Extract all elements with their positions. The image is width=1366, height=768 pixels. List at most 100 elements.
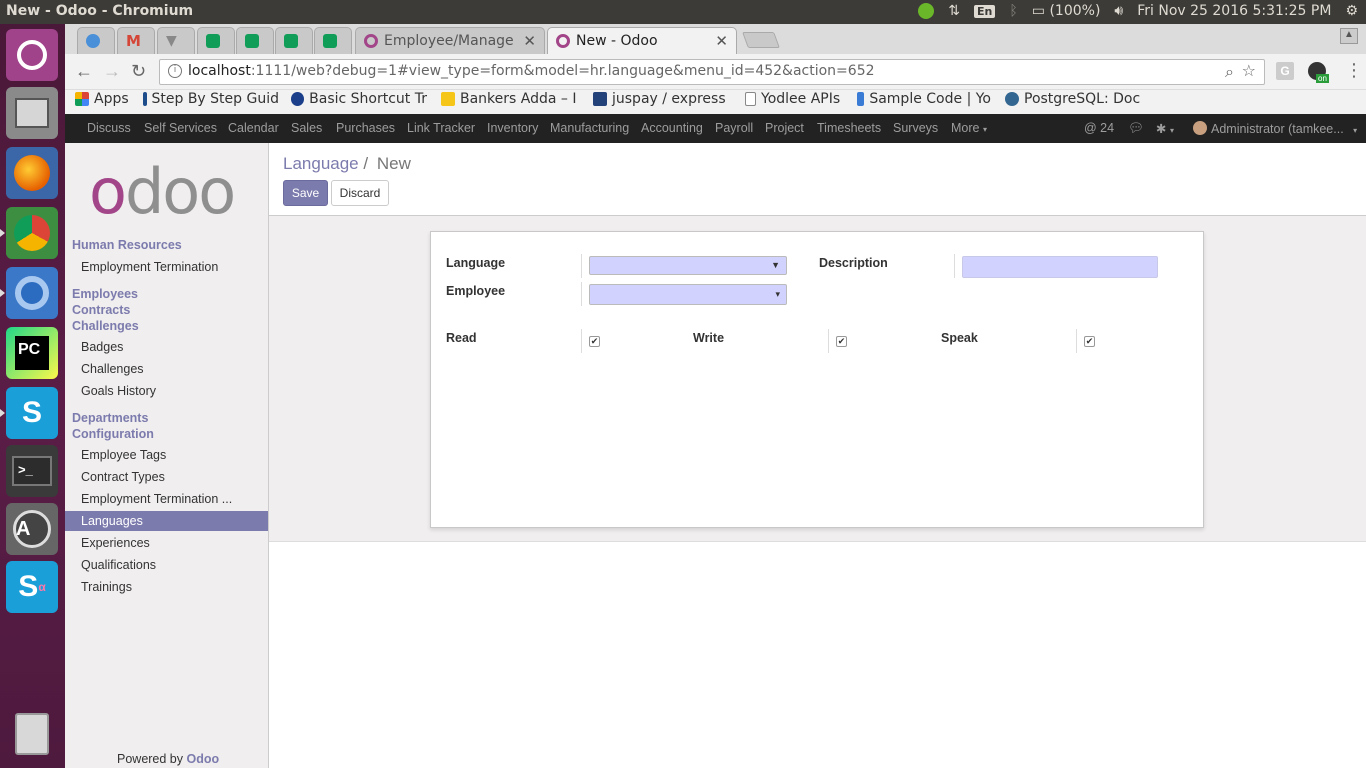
chrome-icon[interactable]	[0, 207, 58, 259]
browser-menu-icon[interactable]: ⋮	[1345, 60, 1363, 81]
save-button[interactable]: Save	[283, 180, 328, 206]
sheets-icon	[323, 34, 337, 48]
ubuntu-dash-icon[interactable]	[6, 29, 58, 81]
bookmark-yodlee[interactable]: Yodlee APIs	[745, 91, 840, 107]
sidebar-item-badges[interactable]: Badges	[81, 340, 123, 354]
user-menu[interactable]: Administrator (tamkee... ▾	[1193, 121, 1357, 136]
info-icon[interactable]: i	[168, 64, 182, 78]
menu-inventory[interactable]: Inventory	[487, 121, 538, 135]
menu-manufacturing[interactable]: Manufacturing	[550, 121, 629, 135]
sidebar-item-trainings[interactable]: Trainings	[81, 580, 132, 594]
extension-g-icon[interactable]: G	[1276, 62, 1294, 80]
discard-button[interactable]: Discard	[331, 180, 389, 206]
bookmark-apps[interactable]: Apps	[75, 91, 129, 107]
menu-project[interactable]: Project	[765, 121, 804, 135]
keyboard-layout-indicator[interactable]: En	[974, 4, 996, 18]
language-select[interactable]: ▼	[589, 256, 787, 275]
menu-payroll[interactable]: Payroll	[715, 121, 753, 135]
bookmark-step-by-step[interactable]: Step By Step Guid	[143, 91, 279, 107]
debug-bug-icon[interactable]: ✱ ▾	[1156, 121, 1174, 136]
sidebar-item-goals-history[interactable]: Goals History	[81, 384, 156, 398]
tab-pinned-sheet-1[interactable]	[197, 27, 235, 54]
profile-icon[interactable]: ▲	[1340, 28, 1358, 44]
tab-pinned-sheet-2[interactable]	[236, 27, 274, 54]
menu-accounting[interactable]: Accounting	[641, 121, 703, 135]
tab-employee-manager[interactable]: Employee/Manager ✕	[355, 27, 545, 54]
menu-purchases[interactable]: Purchases	[336, 121, 395, 135]
description-input[interactable]	[962, 256, 1158, 278]
skype-alpha-icon[interactable]: Sα	[6, 561, 58, 613]
sidebar-header-departments[interactable]: Departments	[72, 411, 148, 425]
network-icon[interactable]: ⇅	[948, 3, 960, 19]
address-bar-input[interactable]: i localhost:1111/web?debug=1#view_type=f…	[159, 59, 1265, 85]
sidebar-header-contracts[interactable]: Contracts	[72, 303, 130, 317]
tab-pinned-sheet-4[interactable]	[314, 27, 352, 54]
url-path: :1111/web?debug=1#view_type=form&model=h…	[250, 63, 875, 79]
sidebar-item-contract-types[interactable]: Contract Types	[81, 470, 165, 484]
write-checkbox[interactable]: ✔	[836, 336, 847, 347]
reload-icon[interactable]: ↻	[131, 61, 146, 82]
volume-icon[interactable]: 🔊︎	[1114, 3, 1123, 19]
menu-timesheets[interactable]: Timesheets	[817, 121, 881, 135]
chromium-icon[interactable]	[0, 267, 58, 319]
messages-counter[interactable]: @ 24	[1084, 121, 1114, 135]
terminal-icon[interactable]: >_	[6, 445, 58, 497]
tab-new-odoo[interactable]: New - Odoo ✕	[547, 27, 737, 54]
sidebar-item-challenges[interactable]: Challenges	[81, 362, 144, 376]
sidebar-header-configuration[interactable]: Configuration	[72, 427, 154, 441]
sidebar-header-human-resources[interactable]: Human Resources	[72, 238, 182, 252]
powered-by-link[interactable]: Odoo	[187, 752, 220, 766]
sidebar-header-employees[interactable]: Employees	[72, 287, 138, 301]
files-icon[interactable]	[6, 87, 58, 139]
breadcrumb-parent[interactable]: Language	[283, 154, 359, 173]
close-icon[interactable]: ✕	[523, 32, 536, 50]
bookmark-bankers-adda[interactable]: Bankers Adda – I	[441, 91, 579, 107]
pycharm-icon[interactable]: PC	[6, 327, 58, 379]
new-tab-button[interactable]	[742, 32, 780, 48]
bookmark-basic-shortcut[interactable]: Basic Shortcut Tr	[291, 91, 427, 107]
menu-link-tracker[interactable]: Link Tracker	[407, 121, 475, 135]
bookmark-star-icon[interactable]: ☆	[1242, 61, 1256, 80]
zoom-icon[interactable]: ⌕	[1225, 62, 1234, 82]
trash-icon[interactable]	[6, 708, 58, 760]
close-icon[interactable]: ✕	[715, 32, 728, 50]
battery-indicator[interactable]: ▭ (100%)	[1032, 3, 1101, 19]
bookmark-postgresql[interactable]: PostgreSQL: Doc	[1005, 91, 1145, 107]
tab-pinned-onedrive[interactable]	[77, 27, 115, 54]
employee-select[interactable]: ▾	[589, 284, 787, 305]
read-checkbox[interactable]: ✔	[589, 336, 600, 347]
menu-surveys[interactable]: Surveys	[893, 121, 938, 135]
tab-pinned-sheet-3[interactable]	[275, 27, 313, 54]
sidebar-item-experiences[interactable]: Experiences	[81, 536, 150, 550]
sidebar-item-qualifications[interactable]: Qualifications	[81, 558, 156, 572]
menu-sales[interactable]: Sales	[291, 121, 322, 135]
sidebar-item-employment-termination-config[interactable]: Employment Termination ...	[81, 492, 232, 506]
menu-self-services[interactable]: Self Services	[144, 121, 217, 135]
gear-icon[interactable]: ⚙	[1345, 3, 1358, 19]
system-tray: ⇅ En ᛒ ▭ (100%) 🔊︎ Fri Nov 25 2016 5:31:…	[918, 3, 1358, 19]
menu-calendar[interactable]: Calendar	[228, 121, 279, 135]
software-updater-icon[interactable]: A	[6, 503, 58, 555]
sidebar-item-languages[interactable]: Languages	[65, 511, 268, 531]
caret-down-icon: ▾	[775, 289, 780, 299]
odoo-logo[interactable]: odoo	[89, 161, 236, 223]
skype-icon[interactable]: S	[0, 387, 58, 439]
bookmark-sample-code[interactable]: Sample Code | Yo	[857, 91, 991, 107]
tab-pinned-gmail[interactable]: M	[117, 27, 155, 54]
forward-icon[interactable]: →	[103, 61, 121, 82]
menu-discuss[interactable]: Discuss	[87, 121, 131, 135]
bookmark-juspay[interactable]: juspay / express	[593, 91, 729, 107]
back-icon[interactable]: ←	[75, 61, 93, 82]
menu-more[interactable]: More ▾	[951, 121, 987, 135]
sidebar-item-employment-termination[interactable]: Employment Termination	[81, 260, 218, 274]
tab-pinned-extension[interactable]: ▼	[157, 27, 195, 54]
speak-checkbox[interactable]: ✔	[1084, 336, 1095, 347]
update-notifier-icon[interactable]	[918, 3, 935, 19]
firefox-icon[interactable]	[6, 147, 58, 199]
sidebar-header-challenges[interactable]: Challenges	[72, 319, 139, 333]
bluetooth-icon[interactable]: ᛒ	[1009, 3, 1017, 19]
sidebar-item-employee-tags[interactable]: Employee Tags	[81, 448, 166, 462]
chat-icon[interactable]: 💬︎	[1128, 121, 1144, 136]
breadcrumb: Language / New	[283, 154, 411, 174]
clock[interactable]: Fri Nov 25 2016 5:31:25 PM	[1137, 3, 1331, 19]
